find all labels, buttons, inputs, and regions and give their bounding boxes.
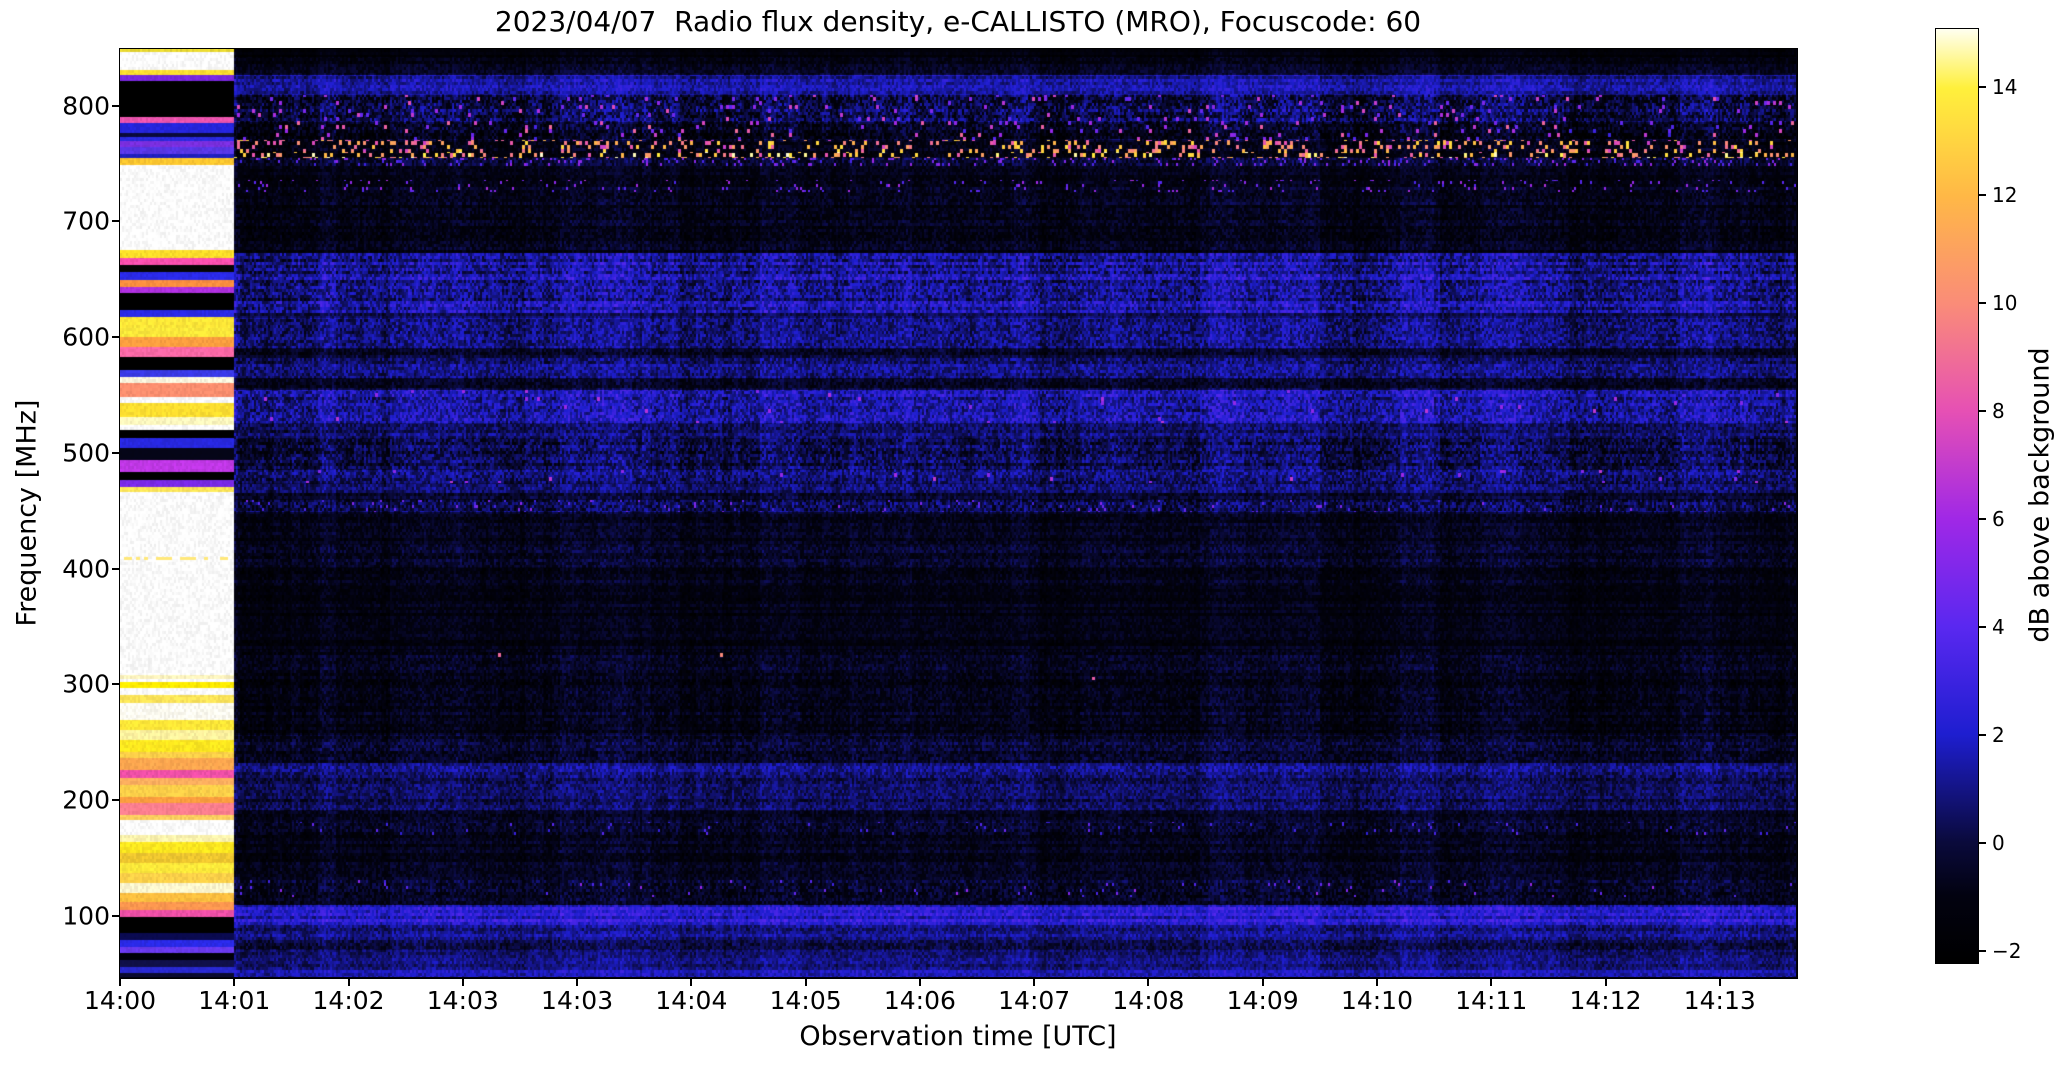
x-tick-mark <box>1604 979 1607 986</box>
colorbar-tick-label: 6 <box>1992 506 2005 531</box>
colorbar-gradient <box>1936 29 1978 963</box>
x-tick-label: 14:07 <box>998 986 1071 1015</box>
x-tick-label: 14:08 <box>1112 986 1185 1015</box>
spectrogram-heatmap <box>120 49 1796 977</box>
x-tick-mark <box>1375 979 1378 986</box>
x-tick-label: 14:06 <box>883 986 956 1015</box>
x-tick-mark <box>690 979 693 986</box>
colorbar-tick-mark <box>1979 949 1986 952</box>
x-tick-mark <box>233 979 236 986</box>
x-tick-mark <box>804 979 807 986</box>
x-tick-mark <box>1261 979 1264 986</box>
y-tick-label: 400 <box>62 554 110 584</box>
x-tick-label: 14:05 <box>769 986 842 1015</box>
x-tick-label: 14:09 <box>1226 986 1299 1015</box>
y-tick-mark <box>112 220 119 223</box>
colorbar-tick-mark <box>1979 194 1986 197</box>
colorbar-tick-label: 8 <box>1992 399 2005 424</box>
x-tick-mark <box>1718 979 1721 986</box>
x-tick-label: 14:11 <box>1455 986 1528 1015</box>
y-tick-label: 100 <box>62 901 110 931</box>
x-tick-label: 14:00 <box>83 986 157 1015</box>
colorbar <box>1935 28 1979 964</box>
x-axis-label: Observation time [UTC] <box>799 1021 1117 1052</box>
x-tick-mark <box>347 979 350 986</box>
x-tick-label: 14:01 <box>198 986 271 1015</box>
chart-title: 2023/04/07 Radio flux density, e-CALLIST… <box>494 5 1422 38</box>
y-tick-label: 800 <box>62 91 110 121</box>
colorbar-tick-mark <box>1979 733 1986 736</box>
colorbar-tick-mark <box>1979 841 1986 844</box>
y-tick-mark <box>112 567 119 570</box>
y-tick-mark <box>112 336 119 339</box>
x-tick-label: 14:02 <box>312 986 385 1015</box>
x-tick-label: 14:03 <box>541 986 614 1015</box>
y-tick-mark <box>112 798 119 801</box>
colorbar-tick-mark <box>1979 302 1986 305</box>
colorbar-tick-label: 4 <box>1992 614 2005 639</box>
colorbar-tick-label: −2 <box>1992 938 2022 963</box>
x-tick-label: 14:04 <box>655 986 728 1015</box>
y-tick-mark <box>112 451 119 454</box>
plot-area <box>119 48 1798 979</box>
x-tick-mark <box>918 979 921 986</box>
x-tick-mark <box>1490 979 1493 986</box>
colorbar-tick-label: 10 <box>1992 291 2018 316</box>
y-tick-label: 700 <box>62 206 110 236</box>
x-tick-mark <box>119 979 121 986</box>
y-tick-mark <box>112 104 119 107</box>
y-tick-label: 600 <box>62 322 110 352</box>
colorbar-tick-mark <box>1979 410 1986 413</box>
x-tick-label: 14:12 <box>1569 986 1642 1015</box>
y-tick-mark <box>112 683 119 686</box>
x-tick-mark <box>1147 979 1150 986</box>
x-tick-mark <box>576 979 579 986</box>
colorbar-tick-mark <box>1979 517 1986 520</box>
y-tick-mark <box>112 914 119 917</box>
x-tick-mark <box>461 979 464 986</box>
x-tick-mark <box>1033 979 1036 986</box>
spectrogram-figure: { "chart_data": { "type": "heatmap", "ti… <box>0 0 2066 1067</box>
colorbar-tick-mark <box>1979 625 1986 628</box>
x-tick-label: 14:13 <box>1683 986 1756 1015</box>
x-tick-label: 14:03 <box>426 986 499 1015</box>
colorbar-tick-label: 0 <box>1992 830 2005 855</box>
colorbar-tick-label: 12 <box>1992 183 2018 208</box>
y-tick-label: 200 <box>62 785 110 815</box>
colorbar-tick-label: 2 <box>1992 722 2005 747</box>
y-tick-label: 300 <box>62 669 110 699</box>
colorbar-tick-label: 14 <box>1992 75 2018 100</box>
colorbar-tick-mark <box>1979 86 1986 89</box>
x-tick-label: 14:10 <box>1340 986 1413 1015</box>
y-tick-label: 500 <box>62 438 110 468</box>
